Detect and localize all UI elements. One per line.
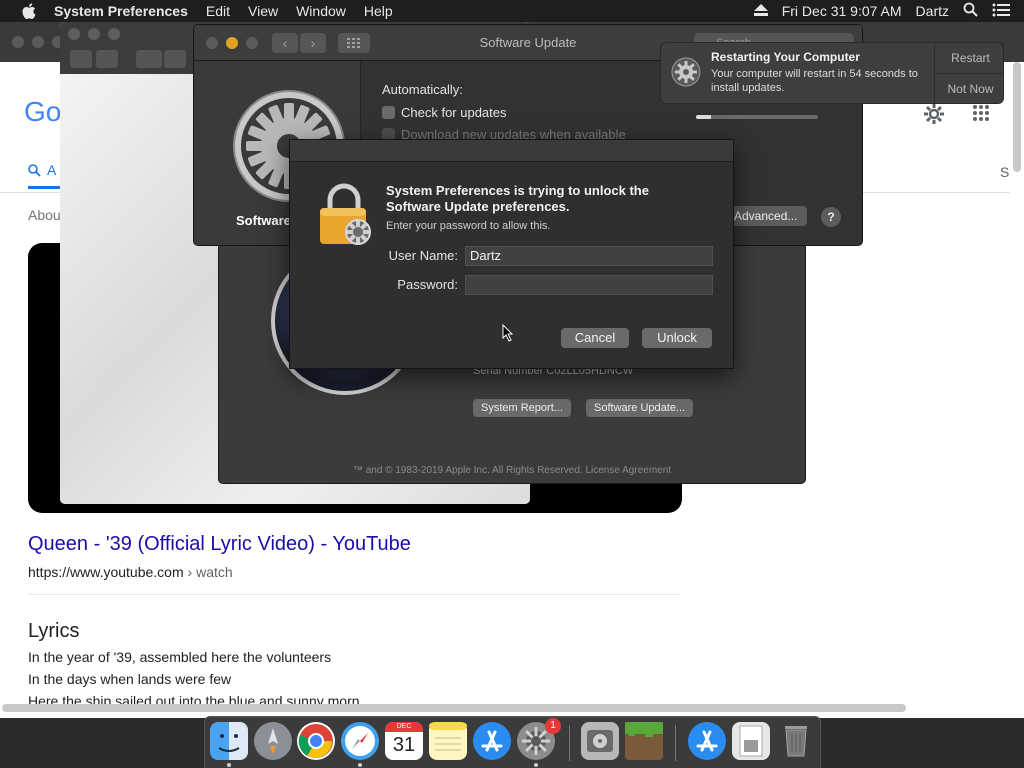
google-apps-icon[interactable]	[972, 104, 990, 127]
result-url-host: https://www.youtube.com	[28, 564, 184, 580]
check-for-updates-label: Check for updates	[401, 105, 507, 120]
notification-badge: 1	[545, 718, 561, 734]
safari-icon[interactable]	[341, 722, 379, 760]
app-store-download-icon[interactable]	[688, 722, 726, 760]
divider	[28, 594, 680, 595]
auth-heading: System Preferences is trying to unlock t…	[386, 183, 649, 214]
launchpad-icon[interactable]	[254, 722, 292, 760]
auth-subtext: Enter your password to allow this.	[386, 220, 551, 232]
right-tab-text[interactable]: S	[1000, 164, 1009, 180]
dock-separator	[569, 725, 570, 761]
notification-center-icon[interactable]	[992, 3, 1010, 20]
check-for-updates-checkbox[interactable]: Check for updates	[382, 105, 507, 120]
calendar-day: 31	[392, 734, 416, 756]
google-logo[interactable]: Go	[24, 96, 61, 128]
auth-dialog: System Preferences is trying to unlock t…	[289, 139, 734, 369]
notification-title: Restarting Your Computer	[711, 50, 860, 64]
auth-dialog-titlebar	[290, 140, 733, 162]
help-button[interactable]: ?	[821, 207, 841, 227]
menu-user[interactable]: Dartz	[916, 3, 949, 19]
spotlight-icon[interactable]	[963, 2, 978, 20]
unlock-button[interactable]: Unlock	[642, 328, 712, 348]
dock-separator	[675, 725, 676, 761]
lyrics-line: In the year of '39, assembled here the v…	[28, 649, 332, 665]
zoom-icon[interactable]	[108, 28, 120, 40]
result-url-crumb: › watch	[183, 564, 233, 580]
lock-icon	[318, 182, 374, 251]
running-indicator	[534, 763, 538, 767]
close-icon[interactable]	[68, 28, 80, 40]
notification-body: Your computer will restart in 54 seconds…	[711, 68, 918, 94]
apple-menu-icon[interactable]	[18, 0, 40, 22]
settings-gear-icon[interactable]	[922, 102, 946, 131]
running-indicator	[227, 763, 231, 767]
minecraft-icon[interactable]	[625, 722, 663, 760]
software-update-label: Software	[236, 213, 291, 228]
password-label: Password:	[397, 277, 458, 292]
automatically-label: Automatically:	[382, 82, 463, 97]
dock: DEC 31 1	[204, 716, 821, 768]
advanced-button[interactable]: Advanced...	[724, 206, 808, 226]
disk-utility-icon[interactable]	[581, 722, 619, 760]
minimize-icon[interactable]	[32, 36, 44, 48]
software-update-button[interactable]: Software Update...	[586, 399, 694, 417]
back-button[interactable]	[70, 50, 92, 68]
menu-datetime[interactable]: Fri Dec 31 9:07 AM	[782, 3, 902, 19]
result-url[interactable]: https://www.youtube.com › watch	[28, 564, 233, 580]
notes-icon[interactable]	[429, 722, 467, 760]
not-now-button[interactable]: Not Now	[935, 74, 1003, 103]
forward-button[interactable]	[96, 50, 118, 68]
list-view-button[interactable]	[164, 50, 186, 68]
checkbox-box[interactable]	[382, 106, 395, 119]
horizontal-scrollbar[interactable]	[2, 704, 906, 712]
tab-underline	[28, 186, 62, 189]
lyrics-line: In the days when lands were few	[28, 671, 232, 687]
grid-view-button[interactable]	[136, 50, 162, 68]
password-field[interactable]	[465, 275, 713, 295]
menu-edit[interactable]: Edit	[206, 3, 230, 19]
eject-icon[interactable]	[753, 3, 768, 19]
chrome-icon[interactable]	[297, 722, 335, 760]
restart-notification[interactable]: Restarting Your Computer Your computer w…	[660, 42, 1004, 104]
menu-app-name[interactable]: System Preferences	[54, 3, 188, 19]
copyright-footer: ™ and © 1983-2019 Apple Inc. All Rights …	[352, 465, 672, 476]
running-indicator	[358, 763, 362, 767]
results-about-text: Abou	[28, 207, 61, 223]
menu-view[interactable]: View	[248, 3, 278, 19]
tab-all[interactable]: A	[28, 162, 56, 178]
close-icon[interactable]	[12, 36, 24, 48]
cancel-button[interactable]: Cancel	[561, 328, 629, 348]
calendar-icon[interactable]: DEC 31	[385, 722, 423, 760]
result-title-link[interactable]: Queen - '39 (Official Lyric Video) - You…	[28, 533, 411, 556]
vertical-scrollbar[interactable]	[1013, 62, 1021, 172]
restart-button[interactable]: Restart	[935, 43, 1003, 74]
preview-icon[interactable]	[732, 722, 770, 760]
username-label: User Name:	[388, 248, 458, 263]
update-progress-bar	[696, 115, 818, 119]
app-store-icon[interactable]	[473, 722, 511, 760]
software-update-gear-icon	[671, 57, 701, 92]
mouse-cursor-icon	[502, 323, 514, 347]
system-preferences-icon[interactable]: 1	[517, 718, 561, 760]
lyrics-heading: Lyrics	[28, 620, 80, 642]
system-report-button[interactable]: System Report...	[473, 399, 571, 417]
trash-icon[interactable]	[777, 722, 815, 760]
finder-icon[interactable]	[210, 722, 248, 760]
menu-bar: System Preferences Edit View Window Help…	[0, 0, 1024, 22]
menu-window[interactable]: Window	[296, 3, 346, 19]
calendar-month: DEC	[385, 722, 423, 732]
search-icon	[28, 163, 41, 177]
menu-help[interactable]: Help	[364, 3, 393, 19]
notification-actions: Restart Not Now	[934, 43, 1003, 103]
progress-fill	[696, 115, 711, 119]
tab-all-label: A	[47, 162, 57, 178]
username-field[interactable]: Dartz	[465, 246, 713, 266]
minimize-icon[interactable]	[88, 28, 100, 40]
